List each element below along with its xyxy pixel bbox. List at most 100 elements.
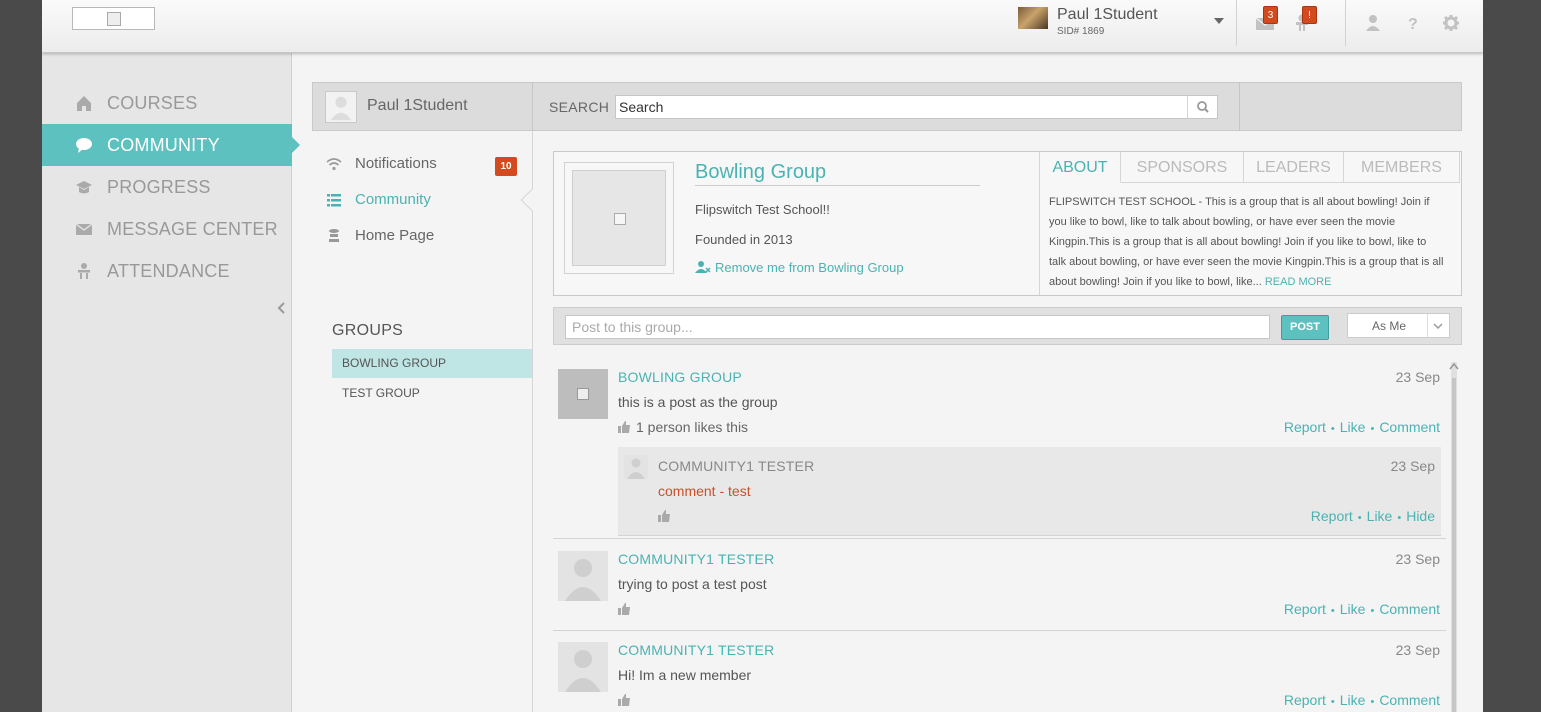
thumbs-up-icon[interactable] <box>658 510 671 522</box>
thumbs-up-icon[interactable] <box>618 694 631 706</box>
nav-courses[interactable]: COURSES <box>42 82 292 124</box>
group-item-bowling[interactable]: BOWLING GROUP <box>332 349 532 378</box>
sub-navigation: Notifications Community Home Page GROUPS… <box>312 131 532 712</box>
separator-dot: • <box>1330 605 1335 617</box>
post-text: trying to post a test post <box>618 576 767 592</box>
post-avatar[interactable] <box>558 642 608 692</box>
home-icon <box>77 96 91 111</box>
thumbs-up-icon <box>618 421 630 433</box>
tab-leaders[interactable]: LEADERS <box>1244 152 1344 183</box>
comment-text: comment - test <box>658 483 751 499</box>
broken-image-icon <box>577 388 589 400</box>
search-button[interactable] <box>1187 96 1217 118</box>
like-link[interactable]: Like <box>1340 419 1366 435</box>
comment-link[interactable]: Comment <box>1379 419 1440 435</box>
graduation-cap-icon <box>76 181 92 194</box>
post-avatar[interactable] <box>558 369 608 419</box>
comment-avatar[interactable] <box>624 455 648 479</box>
tab-sponsors[interactable]: SPONSORS <box>1121 152 1244 183</box>
user-sid: SID# 1869 <box>1057 26 1105 37</box>
read-more-link[interactable]: READ MORE <box>1265 276 1332 288</box>
comment-actions: Report • Like • Hide <box>1311 508 1435 524</box>
post-composer: Post to this group... POST As Me <box>553 307 1462 345</box>
report-link[interactable]: Report <box>1284 692 1326 708</box>
comment-link[interactable]: Comment <box>1379 692 1440 708</box>
stack-icon <box>329 229 339 242</box>
user-name[interactable]: Paul 1Student <box>1057 6 1158 24</box>
school-logo[interactable] <box>72 7 155 30</box>
group-card: Bowling Group Flipswitch Test School!! F… <box>553 151 1462 296</box>
profile-name[interactable]: Paul 1Student <box>367 97 468 115</box>
feed-post: BOWLING GROUP 23 Sep this is a post as t… <box>553 358 1446 539</box>
divider <box>1345 0 1346 46</box>
broken-image-icon <box>107 12 121 26</box>
feed-scrollbar-thumb[interactable] <box>1452 378 1456 712</box>
feed-post: COMMUNITY1 TESTER 23 Sep trying to post … <box>553 540 1446 631</box>
search-input[interactable] <box>616 96 1188 118</box>
nav-attendance[interactable]: ATTENDANCE <box>42 250 292 292</box>
alerts-badge: ! <box>1302 6 1317 24</box>
post-likes <box>618 601 636 617</box>
hide-link[interactable]: Hide <box>1406 508 1435 524</box>
comment-likes <box>658 508 676 524</box>
divider <box>1427 314 1428 337</box>
top-bar: Paul 1Student SID# 1869 3 ! ? <box>42 0 1483 53</box>
separator-dot: • <box>1330 696 1335 708</box>
post-input[interactable]: Post to this group... <box>565 315 1270 339</box>
tab-members[interactable]: MEMBERS <box>1344 152 1460 183</box>
post-text: Hi! Im a new member <box>618 667 752 683</box>
nav-community[interactable]: COMMUNITY <box>42 124 300 166</box>
like-link[interactable]: Like <box>1340 601 1366 617</box>
separator-dot: • <box>1370 423 1375 435</box>
group-item-test[interactable]: TEST GROUP <box>332 379 532 408</box>
likes-text: 1 person likes this <box>636 419 749 435</box>
post-actions: Report • Like • Comment <box>1284 601 1440 617</box>
nav-label: COMMUNITY <box>107 135 220 155</box>
post-author[interactable]: COMMUNITY1 TESTER <box>618 551 774 567</box>
separator-dot: • <box>1370 696 1375 708</box>
separator-dot: • <box>1357 512 1362 524</box>
report-link[interactable]: Report <box>1284 601 1326 617</box>
collapse-sidebar-icon[interactable] <box>276 301 288 315</box>
subnav-label: Home Page <box>355 227 435 244</box>
post-button[interactable]: POST <box>1281 315 1329 340</box>
group-feed: BOWLING GROUP 23 Sep this is a post as t… <box>553 358 1446 712</box>
settings-icon[interactable] <box>1441 14 1461 32</box>
scroll-up-icon[interactable] <box>1448 361 1460 371</box>
like-link[interactable]: Like <box>1367 508 1393 524</box>
header-strip: Paul 1Student SEARCH <box>312 82 1462 131</box>
nav-label: ATTENDANCE <box>107 261 230 281</box>
report-link[interactable]: Report <box>1284 419 1326 435</box>
user-avatar[interactable] <box>1018 7 1048 29</box>
post-as-select[interactable]: As Me <box>1347 313 1450 338</box>
list-icon <box>327 194 341 207</box>
report-link[interactable]: Report <box>1311 508 1353 524</box>
subnav-label: Community <box>355 191 431 208</box>
profile-avatar[interactable] <box>325 91 357 123</box>
about-body: FLIPSWITCH TEST SCHOOL - This is a group… <box>1049 196 1444 288</box>
search-icon <box>1197 101 1209 113</box>
search-label: SEARCH <box>549 99 610 115</box>
separator-dot: • <box>1370 605 1375 617</box>
post-author[interactable]: COMMUNITY1 TESTER <box>618 642 774 658</box>
nav-message-center[interactable]: MESSAGE CENTER <box>42 208 292 250</box>
help-icon[interactable]: ? <box>1402 14 1422 33</box>
profile-icon[interactable] <box>1363 14 1383 32</box>
comment-link[interactable]: Comment <box>1379 601 1440 617</box>
post-actions: Report • Like • Comment <box>1284 692 1440 708</box>
notifications-badge: 10 <box>495 157 517 176</box>
post-as-label: As Me <box>1372 319 1407 333</box>
speech-bubble-icon <box>76 138 92 153</box>
comment-author[interactable]: COMMUNITY1 TESTER <box>658 458 814 474</box>
wifi-icon <box>326 158 342 171</box>
remove-from-group-link[interactable]: Remove me from Bowling Group <box>695 260 904 275</box>
user-menu-caret-icon[interactable] <box>1214 18 1224 24</box>
divider <box>1239 83 1240 130</box>
post-author[interactable]: BOWLING GROUP <box>618 369 742 385</box>
thumbs-up-icon[interactable] <box>618 603 631 615</box>
like-link[interactable]: Like <box>1340 692 1366 708</box>
post-avatar[interactable] <box>558 551 608 601</box>
nav-progress[interactable]: PROGRESS <box>42 166 292 208</box>
tab-about[interactable]: ABOUT <box>1040 152 1121 183</box>
divider <box>532 83 533 130</box>
